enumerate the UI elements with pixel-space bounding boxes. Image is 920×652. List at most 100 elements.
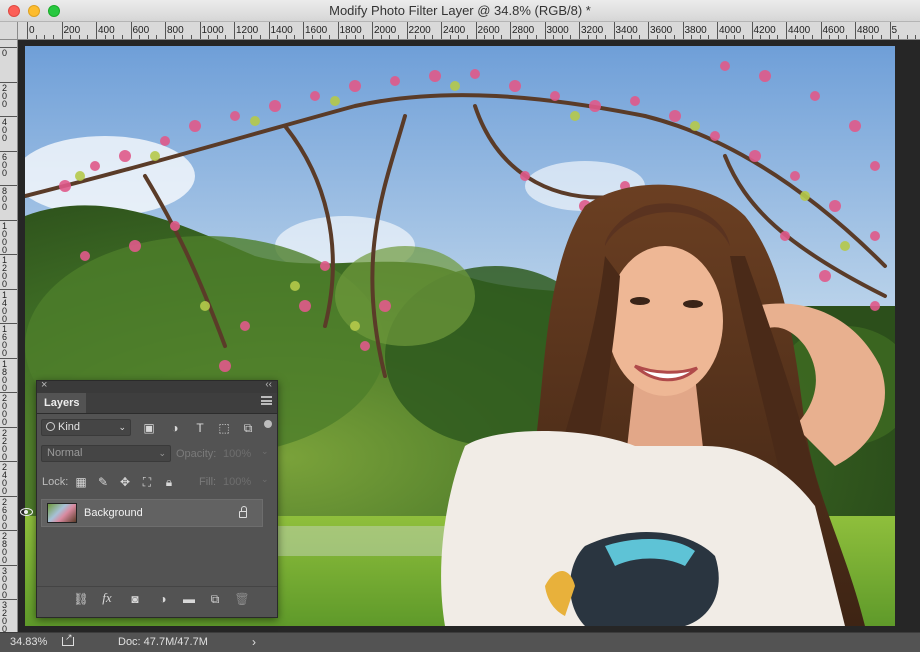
shape-layer-filter-icon[interactable]: ⬚ [216,420,232,436]
filter-kind-dropdown[interactable]: Kind ⌄ [41,419,131,436]
search-icon [46,422,55,431]
visibility-eye-icon[interactable] [20,508,33,516]
ruler-minor-tick [363,35,365,39]
ruler-minor-tick [501,35,503,39]
ruler-label: 3 2 0 0 [2,600,8,633]
add-mask-icon[interactable]: ◙ [127,591,143,607]
ruler-label: 400 [98,25,115,36]
type-layer-filter-icon[interactable]: T [192,420,208,436]
ruler-minor-tick [673,35,675,39]
ruler-label: 1 8 0 0 [2,358,8,393]
ruler-label: 2 4 0 0 [2,462,8,496]
ruler-minor-tick [811,35,813,39]
lock-image-pixels-icon[interactable]: ✎ [95,474,111,490]
ruler-minor-tick [259,35,261,39]
ruler-label: 2200 [408,25,431,36]
adjustment-layer-filter-icon[interactable]: ◑ [167,420,183,436]
tab-layers[interactable]: Layers [37,393,87,413]
ruler-tick [889,22,891,39]
ruler-label: 2 2 0 0 [2,427,8,462]
panel-menu-icon[interactable] [261,396,272,405]
ruler-tick [682,22,684,39]
new-adjustment-layer-icon[interactable]: ◑ [155,591,171,607]
window-title: Modify Photo Filter Layer @ 34.8% (RGB/8… [329,3,591,18]
ruler-minor-tick [397,35,399,39]
ruler-label: 2 8 0 0 [2,531,8,565]
lock-position-icon[interactable]: ✥ [117,474,133,490]
chevron-down-icon[interactable]: ⌄ [261,474,269,485]
lock-label: Lock: [42,476,69,488]
ruler-label: 8 0 0 [2,186,8,212]
ruler-tick [303,22,304,39]
ruler-tick [337,22,339,39]
new-layer-icon[interactable]: ⧉ [207,591,223,607]
ruler-label: 1 2 0 0 [2,255,8,289]
link-layers-icon[interactable]: ⛓ [73,591,89,607]
ruler-tick [820,22,822,39]
ruler-tick [510,22,511,39]
ruler-origin[interactable] [0,22,18,40]
ruler-label: 2600 [477,25,500,36]
layer-row-background[interactable]: Background [20,499,263,527]
filter-toggle-icon[interactable] [264,420,272,428]
new-group-folder-icon[interactable]: ▬ [181,591,197,607]
panel-header-bar[interactable]: × ‹‹ [37,379,277,393]
ruler-tick [61,22,63,39]
ruler-minor-tick [294,35,296,39]
ruler-tick [648,22,649,39]
ruler-label: 3400 [615,25,638,36]
trash-icon[interactable]: 🗑︎ [234,591,250,607]
ruler-label: 2 6 0 0 [2,496,8,531]
ruler-tick [27,22,28,39]
ruler-label: 3 0 0 0 [2,565,8,600]
panel-tabs: Layers [37,393,277,414]
lock-artboard-icon[interactable]: ⛶ [139,474,155,490]
ruler-tick [579,22,580,39]
blend-mode-dropdown[interactable]: Normal ⌄ [41,445,171,462]
layer-style-fx-icon[interactable]: fx [99,590,115,606]
ruler-tick [199,22,201,39]
status-menu-chevron-icon[interactable]: › [252,635,256,649]
ruler-label: 6 0 0 [2,151,8,178]
pixel-layer-filter-icon[interactable]: ▣ [141,420,157,436]
collapse-panel-icon[interactable]: ‹‹ [265,379,272,390]
chevron-down-icon[interactable]: ⌄ [261,446,269,457]
ruler-minor-tick [880,35,882,39]
ruler-minor-tick [87,35,89,39]
ruler-label: 2 0 0 0 [2,393,8,427]
document-size: Doc: 47.7M/47.7M [118,636,208,648]
close-panel-icon[interactable]: × [41,379,47,391]
ruler-minor-tick [535,35,537,39]
smart-object-filter-icon[interactable]: ⧉ [240,420,256,436]
lock-transparent-pixels-icon[interactable]: ▦ [73,474,89,490]
ruler-minor-tick [906,35,908,39]
ruler-minor-tick [35,35,37,39]
ruler-tick [96,22,97,39]
ruler-label: 4600 [822,25,845,36]
ruler-minor-tick [190,35,192,39]
ruler-tick [717,22,718,39]
ruler-tick [544,22,546,39]
fill-value[interactable]: 100% [223,476,251,488]
ruler-minor-tick [121,35,123,39]
ruler-minor-tick [156,35,158,39]
blend-mode-value: Normal [47,447,83,459]
lock-all-icon[interactable]: 🔒︎ [161,474,177,490]
ruler-minor-tick [915,35,917,39]
ruler-label: 600 [132,25,150,36]
ruler-tick [613,22,615,39]
opacity-value[interactable]: 100% [223,448,251,460]
ruler-minor-tick [432,35,434,39]
ruler-tick [855,22,856,39]
vertical-ruler[interactable]: 0 2 0 0 4 0 0 6 0 0 8 0 0 1 0 0 01 2 0 01 4 0… [0,40,18,632]
ruler-label: 3000 [546,25,569,36]
ruler-label: 2000 [374,25,397,36]
zoom-level[interactable]: 34.83% [10,636,47,648]
layer-name: Background [84,507,143,519]
ruler-label: 800 [167,25,184,36]
share-export-icon[interactable]: ↗ [62,633,74,646]
ruler-label: 1 4 0 0 [2,289,8,324]
ruler-tick [268,22,270,39]
ruler-label: 4800 [857,25,880,36]
horizontal-ruler[interactable]: 0 200 400 600 800 1000 1200 1400 1600 1800 2000 220… [18,22,920,40]
